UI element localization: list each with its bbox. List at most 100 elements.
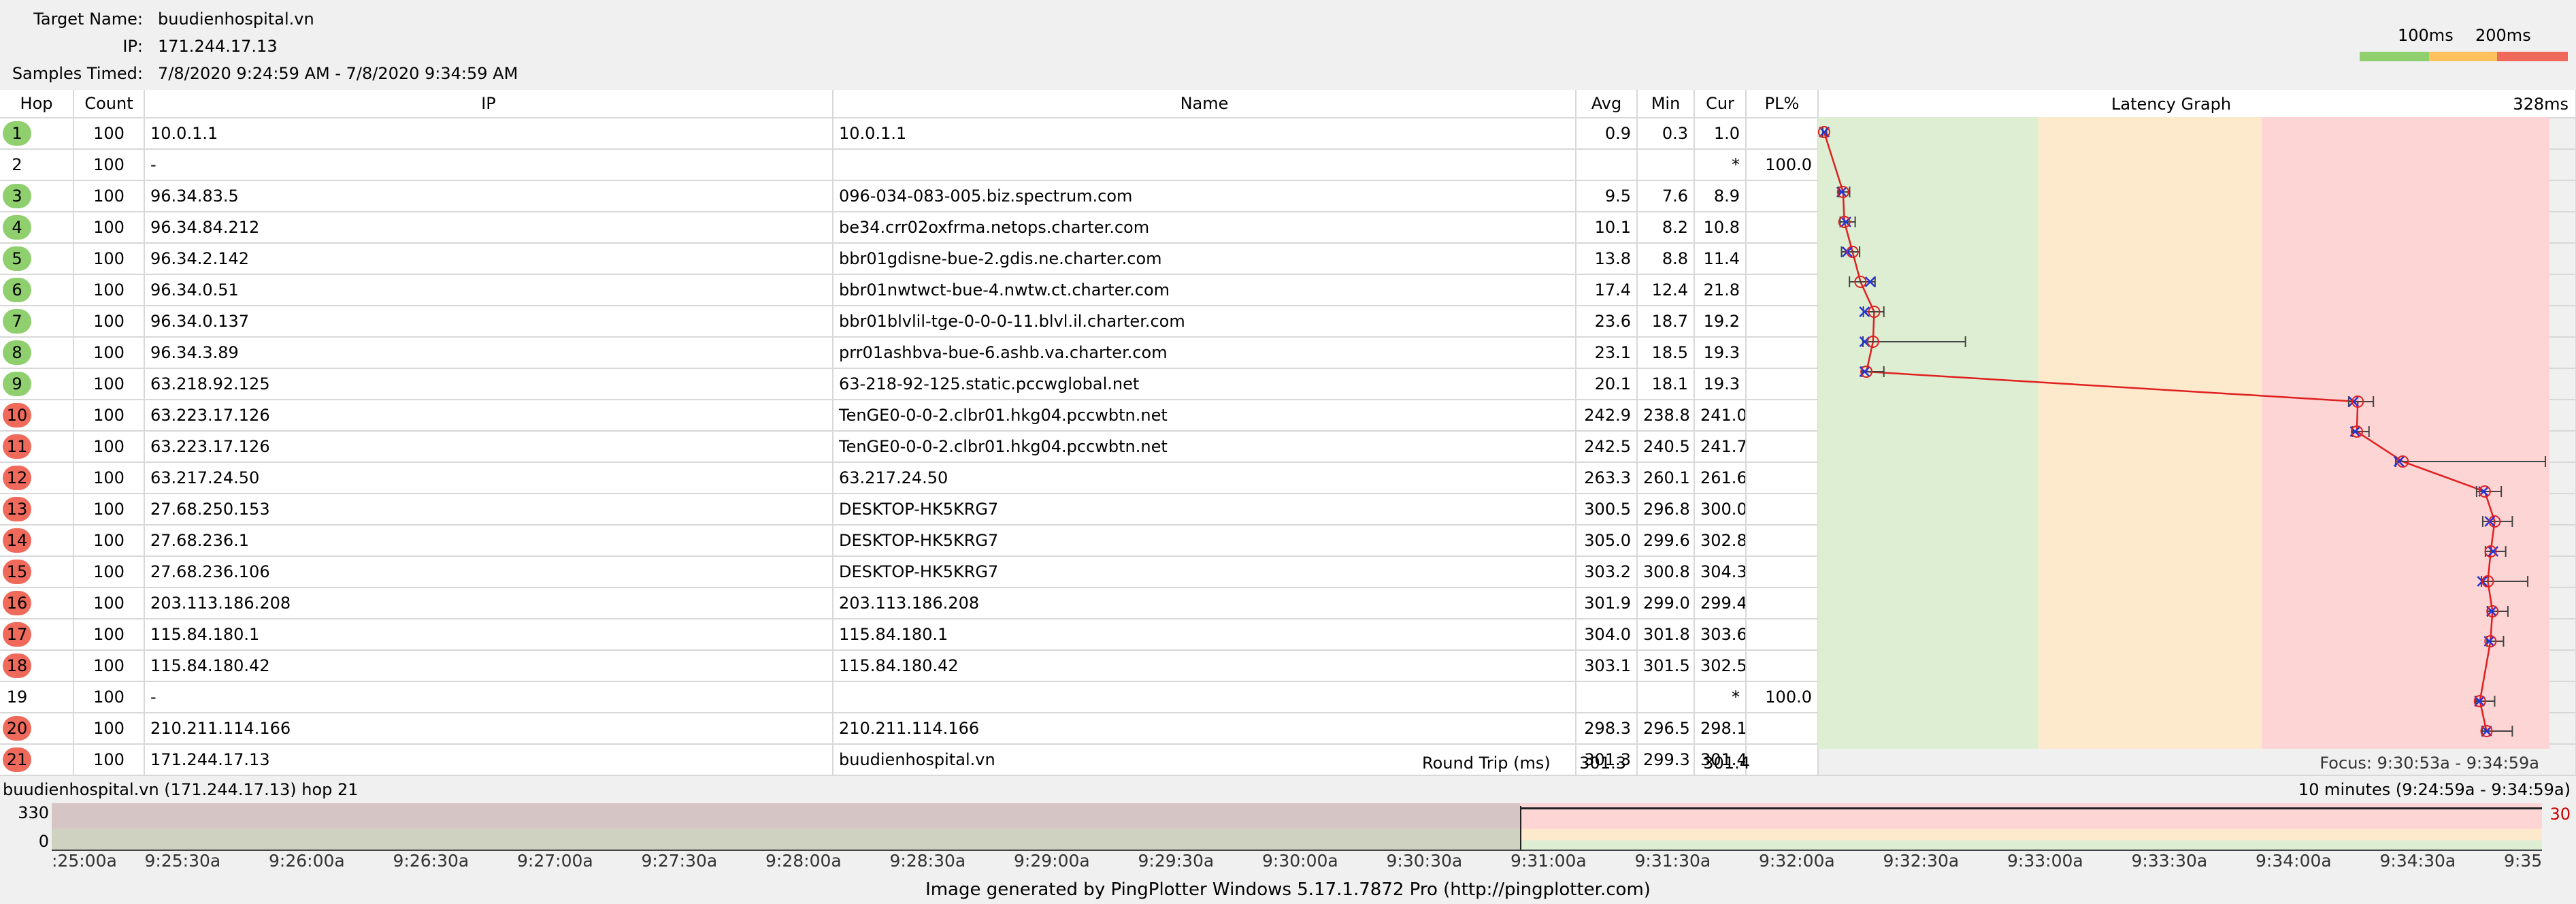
samples-value: 7/8/2020 9:24:59 AM - 7/8/2020 9:34:59 A… xyxy=(158,64,518,83)
pl-cell xyxy=(1746,368,1819,400)
history-y-bottom: 0 xyxy=(38,832,49,851)
latency-graph-max: 328ms xyxy=(2513,95,2569,114)
col-min[interactable]: Min xyxy=(1637,90,1695,118)
count-cell: 100 xyxy=(73,118,145,150)
hop-number-badge: 10 xyxy=(3,403,31,427)
ip-cell: 10.0.1.1 xyxy=(144,118,833,150)
hop-cell: 2 xyxy=(0,149,74,181)
min-cell: 301.5 xyxy=(1637,650,1695,682)
col-pl[interactable]: PL% xyxy=(1746,90,1819,118)
ip-cell: 203.113.186.208 xyxy=(144,587,833,619)
legend-yellow-bar xyxy=(2429,52,2497,61)
ip-cell: 27.68.236.106 xyxy=(144,556,833,588)
report-header: Target Name: buudienhospital.vn IP: 171.… xyxy=(0,0,2576,90)
pl-cell: 100.0 xyxy=(1746,149,1819,181)
pl-cell xyxy=(1746,212,1819,244)
col-avg[interactable]: Avg xyxy=(1576,90,1638,118)
latency-graph[interactable] xyxy=(1818,117,2549,749)
min-cell: 8.8 xyxy=(1637,243,1695,275)
hop-cell: 1 xyxy=(0,118,74,150)
history-tick-label: 9:33:30a xyxy=(2131,851,2208,871)
ip-cell: 63.223.17.126 xyxy=(144,400,833,432)
cur-cell: 10.8 xyxy=(1694,212,1747,244)
roundtrip-cur: 301.4 xyxy=(1703,754,1750,773)
ip-cell: 96.34.84.212 xyxy=(144,212,833,244)
count-cell: 100 xyxy=(73,619,145,651)
hop-number-badge: 21 xyxy=(3,747,31,772)
avg-cell: 298.3 xyxy=(1576,713,1638,745)
name-cell: be34.crr02oxfrma.netops.charter.com xyxy=(833,212,1576,244)
history-tick-label: 9:31:30a xyxy=(1634,851,1711,871)
history-focus-marker[interactable] xyxy=(1520,806,1521,850)
cur-cell: * xyxy=(1694,681,1747,713)
count-cell: 100 xyxy=(73,337,145,369)
count-cell: 100 xyxy=(73,681,145,713)
count-cell: 100 xyxy=(73,713,145,745)
name-cell: bbr01gdisne-bue-2.gdis.ne.charter.com xyxy=(833,243,1576,275)
hop-cell: 19 xyxy=(0,681,74,713)
hop-cell: 12 xyxy=(0,462,74,494)
history-tick-label: 9:29:00a xyxy=(1014,851,1090,871)
target-name-label: Target Name: xyxy=(33,10,143,29)
history-tick-label: 9:34:30a xyxy=(2379,851,2456,871)
footer-credit: Image generated by PingPlotter Windows 5… xyxy=(925,879,1651,900)
hop-cell: 11 xyxy=(0,431,74,463)
hop-cell: 10 xyxy=(0,400,74,432)
avg-cell: 0.9 xyxy=(1576,118,1638,150)
hop-number-badge: 2 xyxy=(12,155,22,174)
hop-cell: 8 xyxy=(0,337,74,369)
count-cell: 100 xyxy=(73,462,145,494)
hop-number-badge: 8 xyxy=(3,340,31,365)
avg-cell: 23.1 xyxy=(1576,337,1638,369)
min-cell: 18.7 xyxy=(1637,306,1695,338)
name-cell: 203.113.186.208 xyxy=(833,587,1576,619)
count-cell: 100 xyxy=(73,368,145,400)
name-cell xyxy=(833,681,1576,713)
avg-cell: 10.1 xyxy=(1576,212,1638,244)
min-cell: 260.1 xyxy=(1637,462,1695,494)
pl-cell xyxy=(1746,243,1819,275)
history-tick-label: 9:28:00a xyxy=(765,851,842,871)
hop-number-badge: 9 xyxy=(3,372,31,396)
col-latency-graph[interactable]: Latency Graph 328ms xyxy=(1818,90,2576,118)
count-cell: 100 xyxy=(73,274,145,306)
table-header-row: Hop Count IP Name Avg Min Cur PL% Latenc… xyxy=(0,90,2576,118)
ip-cell: 27.68.236.1 xyxy=(144,525,833,557)
history-tick-label: 9:34:00a xyxy=(2256,851,2332,871)
avg-cell: 17.4 xyxy=(1576,274,1638,306)
col-count[interactable]: Count xyxy=(73,90,145,118)
roundtrip-label: Round Trip (ms) xyxy=(1422,754,1551,773)
hop-number-badge: 3 xyxy=(3,184,31,208)
history-tick-label: 9:28:30a xyxy=(889,851,966,871)
legend-green-bar xyxy=(2360,52,2429,61)
min-cell xyxy=(1637,149,1695,181)
target-name-value: buudienhospital.vn xyxy=(158,10,314,29)
avg-cell: 303.2 xyxy=(1576,556,1638,588)
history-tick-label: 9:33:00a xyxy=(2007,851,2083,871)
cur-cell: 302.5 xyxy=(1694,650,1747,682)
history-tick-label: 9:31:00a xyxy=(1510,851,1587,871)
name-cell: bbr01nwtwct-bue-4.nwtw.ct.charter.com xyxy=(833,274,1576,306)
hop-number-badge: 5 xyxy=(3,246,31,271)
col-name[interactable]: Name xyxy=(833,90,1576,118)
count-cell: 100 xyxy=(73,587,145,619)
pl-cell xyxy=(1746,118,1819,150)
name-cell: bbr01blvlil-tge-0-0-0-11.blvl.il.charter… xyxy=(833,306,1576,338)
min-cell: 18.1 xyxy=(1637,368,1695,400)
hop-cell: 4 xyxy=(0,212,74,244)
pl-cell xyxy=(1746,619,1819,651)
avg-cell: 13.8 xyxy=(1576,243,1638,275)
col-ip[interactable]: IP xyxy=(144,90,833,118)
history-tick-label: 9:27:00a xyxy=(517,851,593,871)
legend-red-bar xyxy=(2497,52,2568,61)
count-cell: 100 xyxy=(73,306,145,338)
min-cell: 0.3 xyxy=(1637,118,1695,150)
col-cur[interactable]: Cur xyxy=(1694,90,1747,118)
col-hop[interactable]: Hop xyxy=(0,90,74,118)
ip-cell: 210.211.114.166 xyxy=(144,713,833,745)
pl-cell xyxy=(1746,494,1819,526)
cur-cell: 300.0 xyxy=(1694,494,1747,526)
latency-avg-line xyxy=(1823,131,2496,732)
min-cell: 12.4 xyxy=(1637,274,1695,306)
ip-value: 171.244.17.13 xyxy=(158,37,278,56)
